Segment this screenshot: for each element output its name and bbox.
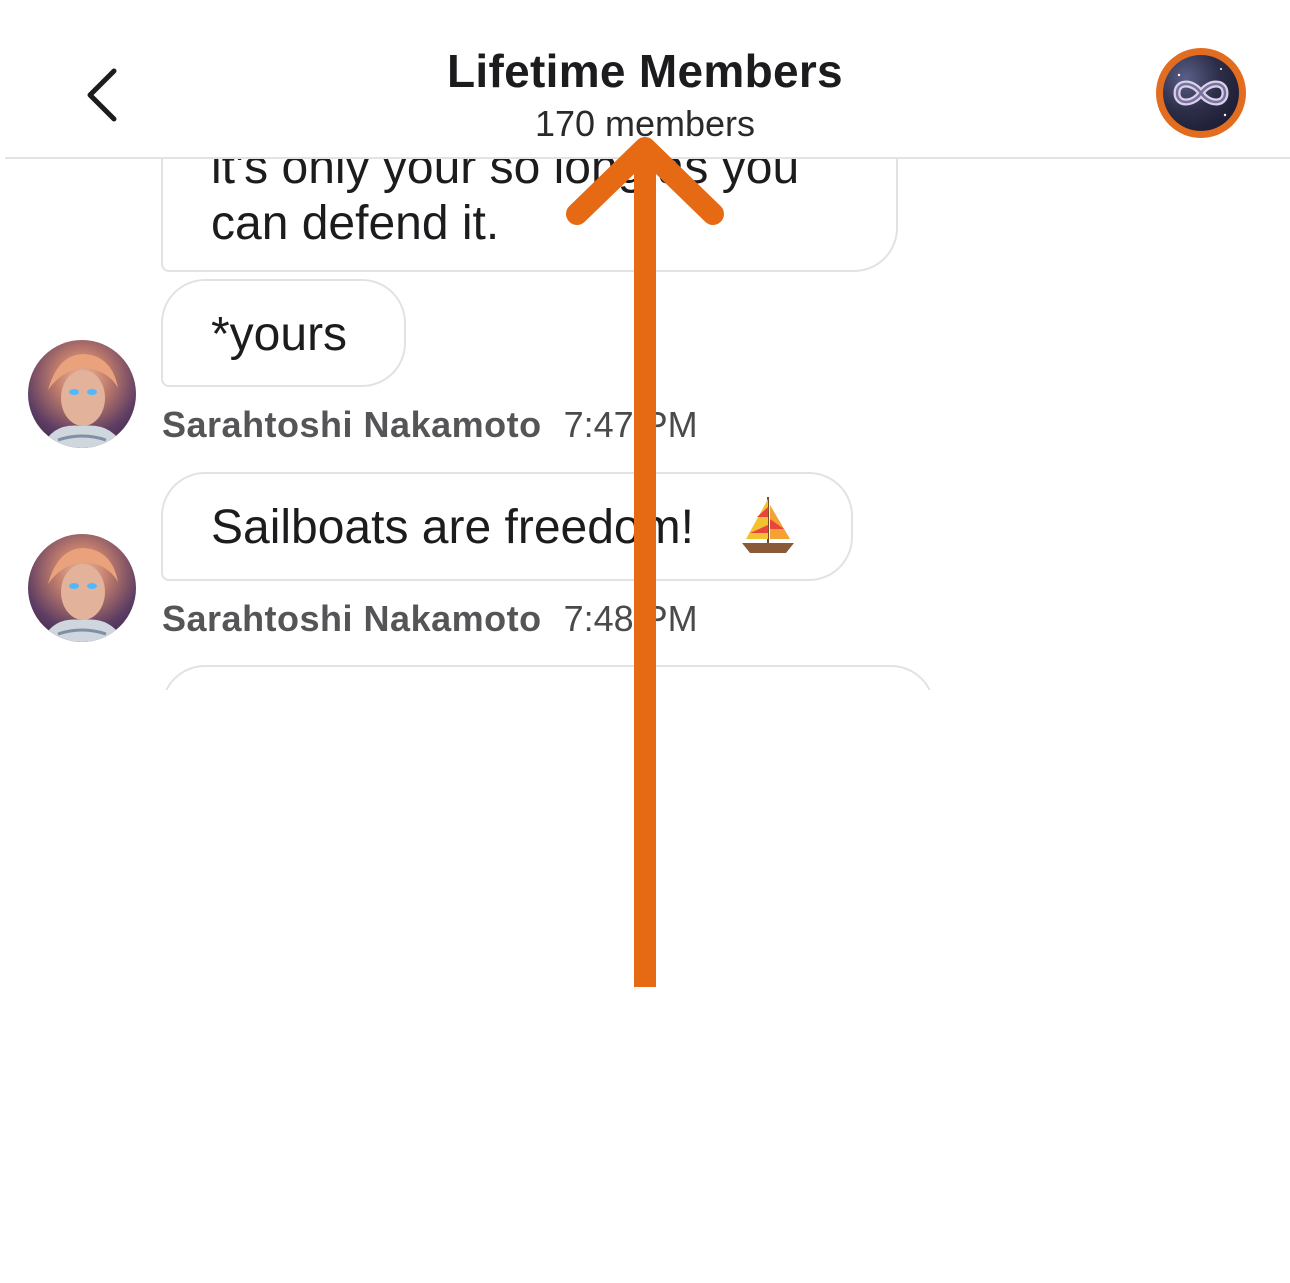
message-time: 7:47 PM bbox=[563, 404, 698, 445]
message-text: Sailboats are freedom! bbox=[211, 501, 694, 554]
message-time: 7:48 PM bbox=[563, 598, 698, 639]
chat-screen: it's only your so long as you can defend… bbox=[0, 0, 1290, 1283]
sailboat-icon bbox=[740, 495, 796, 557]
message-bubble-partial[interactable] bbox=[161, 665, 935, 690]
sender-name[interactable]: Sarahtoshi Nakamoto bbox=[162, 404, 542, 445]
message-bubble[interactable]: *yours bbox=[161, 279, 406, 387]
member-count[interactable]: 170 members bbox=[0, 103, 1290, 145]
group-avatar[interactable] bbox=[1156, 48, 1246, 138]
sender-avatar[interactable] bbox=[28, 340, 136, 448]
message-meta: Sarahtoshi Nakamoto 7:47 PM bbox=[162, 404, 698, 446]
infinity-logo-icon bbox=[1163, 55, 1239, 131]
sender-avatar[interactable] bbox=[28, 534, 136, 642]
message-text: *yours bbox=[211, 308, 348, 361]
header-divider bbox=[5, 157, 1290, 159]
sender-name[interactable]: Sarahtoshi Nakamoto bbox=[162, 598, 542, 639]
chat-header: Lifetime Members 170 members bbox=[0, 0, 1290, 159]
group-title[interactable]: Lifetime Members bbox=[0, 44, 1290, 98]
message-text-line: can defend it. bbox=[211, 197, 500, 250]
message-meta: Sarahtoshi Nakamoto 7:48 PM bbox=[162, 598, 698, 640]
